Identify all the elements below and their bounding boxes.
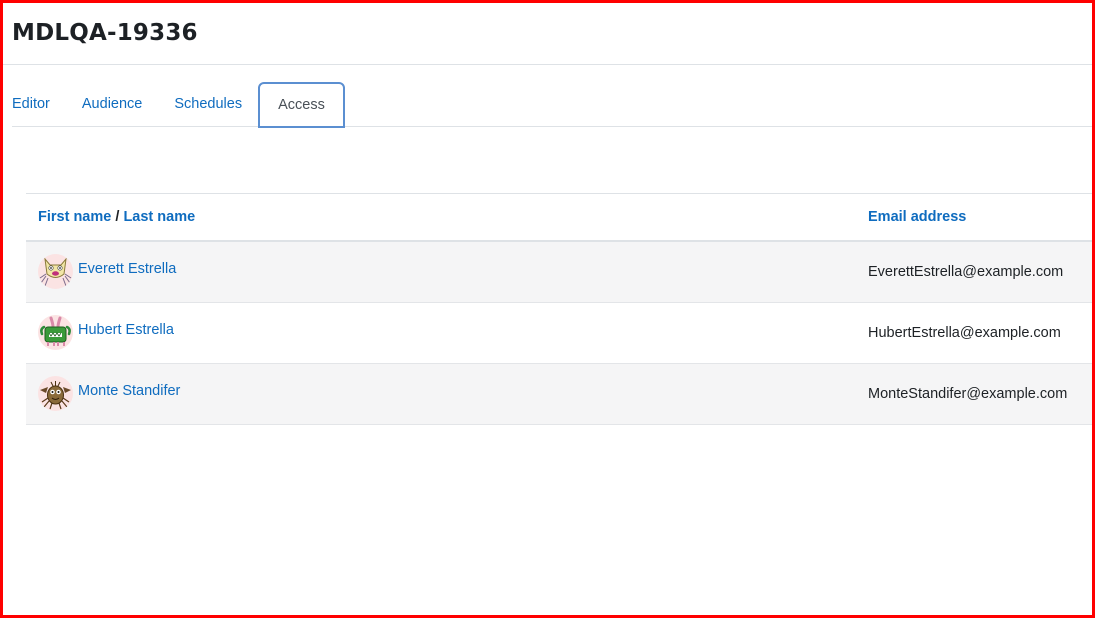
page-title: MDLQA-19336 xyxy=(12,20,198,46)
monster-spider-avatar-icon[interactable] xyxy=(38,254,73,289)
table-row: Monte Standifer MonteStandifer@example.c… xyxy=(26,364,1092,425)
table-row: Everett Estrella EverettEstrella@example… xyxy=(26,242,1092,303)
user-email: EverettEstrella@example.com xyxy=(868,264,1064,280)
title-divider xyxy=(3,64,1092,65)
sort-last-name-link[interactable]: Last name xyxy=(123,209,195,225)
tab-schedules[interactable]: Schedules xyxy=(158,82,258,126)
table-header: First name / Last name Email address xyxy=(26,194,1092,242)
tab-editor[interactable]: Editor xyxy=(0,82,66,126)
name-column-header: First name / Last name xyxy=(38,209,195,225)
access-table: First name / Last name Email address Eve… xyxy=(26,193,1092,425)
monster-green-avatar-icon[interactable] xyxy=(38,315,73,350)
user-email: MonteStandifer@example.com xyxy=(868,386,1068,402)
user-email: HubertEstrella@example.com xyxy=(868,325,1061,341)
monster-bat-avatar-icon[interactable] xyxy=(38,376,73,411)
user-name-link[interactable]: Hubert Estrella xyxy=(78,322,174,338)
tab-bar: Editor Audience Schedules Access xyxy=(12,82,1092,128)
table-row: Hubert Estrella HubertEstrella@example.c… xyxy=(26,303,1092,364)
tab-audience[interactable]: Audience xyxy=(66,82,158,126)
header-separator: / xyxy=(115,209,120,225)
tab-access[interactable]: Access xyxy=(258,82,345,128)
user-name-link[interactable]: Everett Estrella xyxy=(78,261,176,277)
user-name-link[interactable]: Monte Standifer xyxy=(78,383,180,399)
sort-email-link[interactable]: Email address xyxy=(868,209,966,225)
sort-first-name-link[interactable]: First name xyxy=(38,209,111,225)
